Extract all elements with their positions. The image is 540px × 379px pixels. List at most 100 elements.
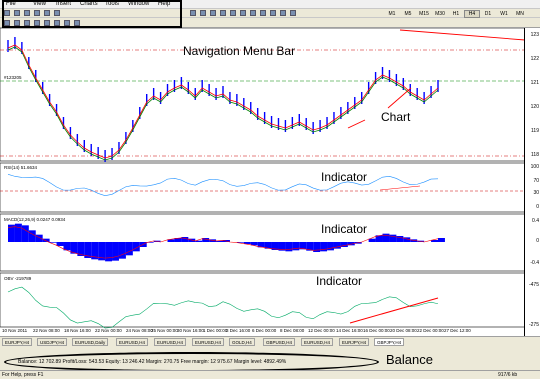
time-tick: 12 Dec 00:00 xyxy=(308,328,335,333)
time-tick: 22 Nov 08:00 xyxy=(33,328,60,333)
time-tick: 1 Dec 00:00 xyxy=(203,328,228,333)
chart-canvas[interactable] xyxy=(0,28,526,336)
rsi-tick: 70 xyxy=(533,178,539,184)
chart-shift-icon[interactable] xyxy=(260,10,266,16)
time-tick: 6 Dec 00:00 xyxy=(252,328,277,333)
status-bar: For Help, press F1 917/6 kb xyxy=(0,370,540,379)
candle-chart-icon[interactable] xyxy=(200,10,206,16)
price-axis: 123 122 121 120 119 118 100 70 30 0 0.4 … xyxy=(524,28,540,336)
timeframe-m5[interactable]: M5 xyxy=(400,10,416,18)
price-tick: 122 xyxy=(530,56,539,62)
indicators-icon[interactable] xyxy=(270,10,276,16)
rsi-pane xyxy=(0,162,526,213)
price-tick: 119 xyxy=(531,128,539,134)
indicator-annotation-obv: Indicator xyxy=(316,274,363,288)
time-tick: 27 Dec 12:00 xyxy=(444,328,471,333)
chart-window[interactable]: #123205 RSI(14) 51.6634 MACD(12,26,9) 0.… xyxy=(0,28,540,336)
tab-chart[interactable]: EURUSD,H4 xyxy=(301,338,334,346)
macd-bar xyxy=(28,230,36,242)
chart-tabs: EURJPY,H4 USDJPY,H4 EURUSD,Daily EURUSD,… xyxy=(0,336,540,346)
tab-chart[interactable]: EURJPY,H4 xyxy=(2,338,33,346)
time-tick: 14 Dec 16:00 xyxy=(336,328,363,333)
time-tick: 22 Dec 00:00 xyxy=(417,328,444,333)
time-tick: 10 Nov 2011 xyxy=(2,328,28,333)
balance-highlight xyxy=(4,352,379,372)
time-tick: 24 Nov 08:00 xyxy=(126,328,153,333)
time-tick: 20 Dec 08:00 xyxy=(390,328,417,333)
tab-chart[interactable]: EURJPY,H4 xyxy=(339,338,370,346)
tab-chart[interactable]: EURUSD,H4 xyxy=(192,338,225,346)
macd-tick: -0.4 xyxy=(530,260,539,266)
time-axis: 10 Nov 2011 22 Nov 08:00 18 Nov 16:00 22… xyxy=(0,327,526,336)
tab-chart[interactable]: GOLD,H4 xyxy=(229,338,255,346)
macd-bar xyxy=(118,242,126,259)
macd-label: MACD(12,26,9) 0.0247 0.0934 xyxy=(4,217,66,222)
price-tick: 121 xyxy=(530,80,539,86)
rsi-tick: 0 xyxy=(536,204,539,210)
macd-pane xyxy=(0,213,526,272)
tile-windows-icon[interactable] xyxy=(240,10,246,16)
macd-bar xyxy=(112,242,119,261)
obv-label: OBV -219789 xyxy=(4,276,32,281)
timeframe-m1[interactable]: M1 xyxy=(384,10,400,18)
macd-bar xyxy=(49,242,57,243)
timeframe-w1[interactable]: W1 xyxy=(496,10,512,18)
tab-chart-active[interactable]: GBPJPY,H4 xyxy=(374,338,405,346)
macd-bar xyxy=(125,242,133,256)
macd-bar xyxy=(327,242,334,251)
tab-chart[interactable]: EURUSD,H4 xyxy=(154,338,187,346)
chart-annotation: Chart xyxy=(381,110,411,124)
price-tick: 123 xyxy=(530,32,539,38)
timeframe-d1[interactable]: D1 xyxy=(480,10,496,18)
macd-bar xyxy=(368,238,376,242)
line-chart-icon[interactable] xyxy=(210,10,216,16)
price-level-label: #123205 xyxy=(4,75,22,80)
tab-chart[interactable]: GBPUSD,H4 xyxy=(263,338,296,346)
macd-bar xyxy=(35,234,43,242)
tab-chart[interactable]: USDJPY,H4 xyxy=(37,338,68,346)
time-tick: 3 Dec 16:00 xyxy=(226,328,251,333)
indicator-annotation-macd: Indicator xyxy=(321,222,368,236)
time-tick: 30 Nov 16:00 xyxy=(177,328,204,333)
obv-tick: -275 xyxy=(528,322,539,328)
macd-bar xyxy=(438,238,445,242)
rsi-tick: 100 xyxy=(530,164,539,170)
timeframe-h1[interactable]: H1 xyxy=(448,10,464,18)
time-tick: 8 Dec 08:00 xyxy=(280,328,305,333)
navigation-annotation: Navigation Menu Bar xyxy=(183,44,296,58)
templates-icon[interactable] xyxy=(290,10,296,16)
macd-tick: 0 xyxy=(536,238,539,244)
macd-bar xyxy=(333,242,341,249)
balance-annotation: Balance xyxy=(386,352,433,367)
auto-scroll-icon[interactable] xyxy=(250,10,256,16)
obv-pane xyxy=(0,272,526,329)
timeframe-mn[interactable]: MN xyxy=(512,10,528,18)
macd-bar xyxy=(105,242,113,262)
zoom-in-icon[interactable] xyxy=(220,10,226,16)
status-help-text: For Help, press F1 xyxy=(2,372,44,378)
tab-chart[interactable]: EURUSD,Daily xyxy=(72,338,109,346)
rsi-tick: 30 xyxy=(533,190,539,196)
macd-bar xyxy=(56,242,64,246)
obv-tick: -475 xyxy=(528,282,539,288)
zoom-out-icon[interactable] xyxy=(230,10,236,16)
rsi-label: RSI(14) 51.6634 xyxy=(4,165,38,170)
tab-chart[interactable]: EURUSD,H4 xyxy=(116,338,149,346)
menu-bar-highlight xyxy=(2,0,182,28)
timeframe-h4[interactable]: H4 xyxy=(464,10,480,18)
time-tick: 22 Nov 00:00 xyxy=(95,328,122,333)
time-tick: 25 Nov 00:00 xyxy=(151,328,178,333)
timeframe-m30[interactable]: M30 xyxy=(432,10,448,18)
time-tick: 18 Nov 16:00 xyxy=(64,328,91,333)
periods-icon[interactable] xyxy=(280,10,286,16)
indicator-annotation-rsi: Indicator xyxy=(321,170,368,184)
price-tick: 120 xyxy=(530,104,539,110)
status-traffic: 917/6 kb xyxy=(498,372,518,378)
price-tick: 118 xyxy=(531,152,539,158)
timeframe-m15[interactable]: M15 xyxy=(416,10,432,18)
macd-bar xyxy=(14,223,22,242)
terminal-balance-bar: Balance: 12 702.89 Profit/Loss: 543.53 E… xyxy=(0,346,540,372)
bar-chart-icon[interactable] xyxy=(190,10,196,16)
time-tick: 16 Dec 00:00 xyxy=(363,328,390,333)
macd-bar xyxy=(21,225,29,242)
